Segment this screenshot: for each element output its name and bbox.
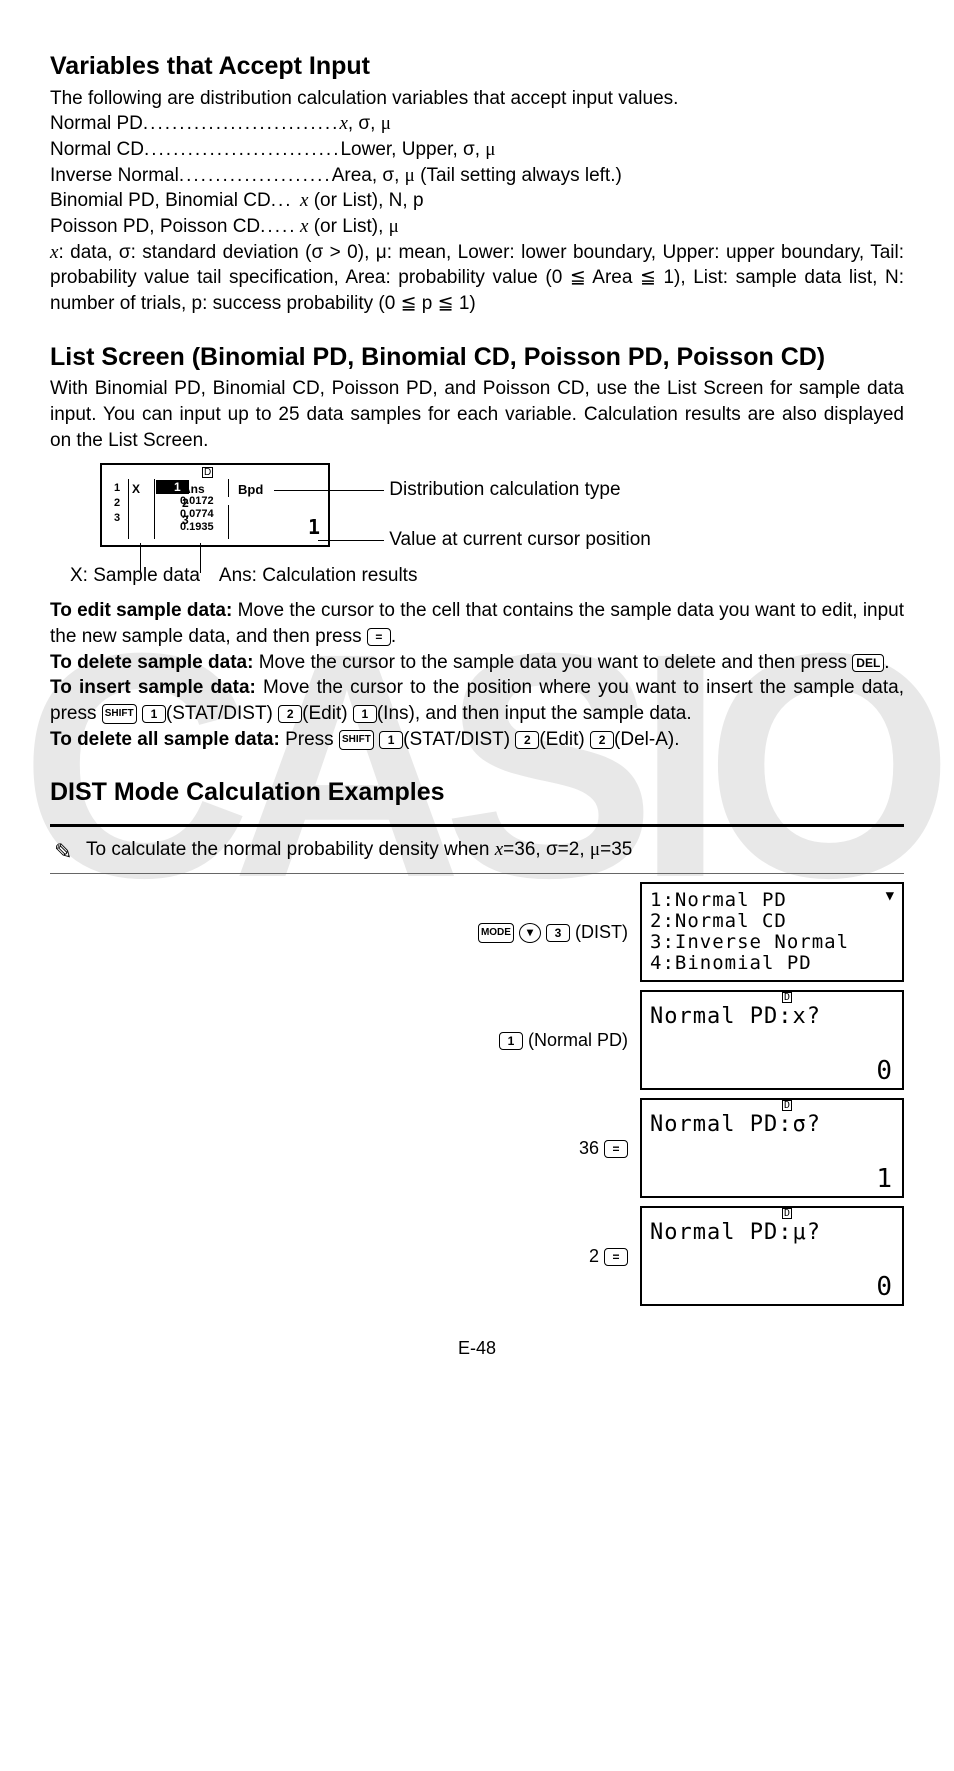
lcd-prompt: Normal PD:σ? [650,1114,821,1135]
lcd-row-indices: 123 [114,481,120,526]
two-key-icon: 2 [278,705,302,723]
calculator-lcd: ▼ 1:Normal PD 2:Normal CD 3:Inverse Norm… [640,882,904,982]
step-suffix: (DIST) [575,922,628,942]
diagram-caption: X: Sample data Ans: Calculation results [70,563,904,589]
equals-key-icon: = [367,628,391,646]
lcd-ans-1: 0.0774 [180,508,214,520]
lcd-prompt: Normal PD:μ? [650,1222,821,1243]
lcd-d-indicator: D [782,1100,792,1111]
edit-instructions: To edit sample data: Move the cursor to … [50,598,904,649]
example-step-row: MODE ▾ 3 (DIST) ▼ 1:Normal PD 2:Normal C… [50,882,904,982]
var-row: Normal CD........................... Low… [50,137,904,163]
lcd-highlight-cell: 1 [156,480,189,494]
one-key-icon: 1 [499,1032,523,1050]
lcd-down-indicator-icon: ▼ [886,886,894,907]
shift-key-icon: SHIFT [102,704,137,724]
step-keys: 2 = [50,1244,640,1268]
calculator-lcd: D Normal PD:x? 0 [640,990,904,1090]
footnote-body: : data, σ: standard deviation (σ > 0), μ… [50,242,904,314]
one-key-icon: 1 [142,705,166,723]
var-row: Normal PD........................... x, … [50,111,904,137]
calculator-lcd: D Normal PD:σ? 1 [640,1098,904,1198]
step-keys: 36 = [50,1136,640,1160]
calculator-lcd: D Normal PD:μ? 0 [640,1206,904,1306]
var-row: Poisson PD, Poisson CD..... x (or List),… [50,214,904,240]
sec1-footnote: x: data, σ: standard deviation (σ > 0), … [50,240,904,317]
mode-key-icon: MODE [478,923,514,943]
example-description: To calculate the normal probability dens… [86,839,632,860]
insert-instructions: To insert sample data: Move the cursor t… [50,675,904,726]
list-screen-diagram: D X Ans 123 1 2 3 0.0172 0.0774 0.1935 B… [100,463,904,555]
down-key-icon: ▾ [519,923,541,943]
lcd-d-indicator: D [782,992,792,1003]
lcd-d-indicator: D [202,467,213,478]
sec2-intro: With Binomial PD, Binomial CD, Poisson P… [50,376,904,453]
example-step-row: 36 = D Normal PD:σ? 1 [50,1098,904,1198]
step-keys: MODE ▾ 3 (DIST) [50,920,640,944]
one-key-icon: 1 [379,731,403,749]
one-key-icon: 1 [353,705,377,723]
lcd-ans-2: 0.1935 [180,521,214,533]
example-step-row: 1 (Normal PD) D Normal PD:x? 0 [50,990,904,1090]
lcd-menu-text: 1:Normal PD 2:Normal CD 3:Inverse Normal… [650,890,849,974]
lcd-prompt: Normal PD:x? [650,1006,821,1027]
calculator-lcd: D X Ans 123 1 2 3 0.0172 0.0774 0.1935 B… [100,463,330,547]
lcd-bpd-label: Bpd [238,481,263,499]
callout-dist-type: Distribution calculation type [274,477,621,503]
section-title-variables: Variables that Accept Input [50,50,904,84]
section-title-listscreen: List Screen (Binomial PD, Binomial CD, P… [50,341,904,375]
lcd-value: 1 [876,1169,892,1190]
callout-cursor-value: Value at current cursor position [318,527,651,553]
var-row: Inverse Normal..................... Area… [50,163,904,189]
shift-key-icon: SHIFT [339,730,374,750]
var-row: Binomial PD, Binomial CD... x (or List),… [50,188,904,214]
three-key-icon: 3 [546,924,570,942]
lcd-ans-0: 0.0172 [180,495,214,507]
step-suffix: (Normal PD) [528,1030,628,1050]
delete-all-instructions: To delete all sample data: Press SHIFT 1… [50,727,904,753]
two-key-icon: 2 [590,731,614,749]
lcd-value: 0 [876,1061,892,1082]
equals-key-icon: = [604,1140,628,1158]
equals-key-icon: = [604,1248,628,1266]
pencil-icon: ✎ [54,837,72,867]
lcd-ans-values: 0.0172 0.0774 0.1935 [180,495,214,534]
lcd-head-x: X [132,481,140,497]
italic-x: x [339,113,347,134]
step-keys: 1 (Normal PD) [50,1028,640,1052]
del-key-icon: DEL [852,654,884,672]
lcd-value: 0 [876,1277,892,1298]
example-box: ✎ To calculate the normal probability de… [50,824,904,874]
sec1-intro: The following are distribution calculati… [50,86,904,112]
example-step-row: 2 = D Normal PD:μ? 0 [50,1206,904,1306]
page-number: E-48 [50,1336,904,1360]
two-key-icon: 2 [515,731,539,749]
delete-instructions: To delete sample data: Move the cursor t… [50,650,904,676]
lcd-d-indicator: D [782,1208,792,1219]
section-title-dist-examples: DIST Mode Calculation Examples [50,776,904,810]
